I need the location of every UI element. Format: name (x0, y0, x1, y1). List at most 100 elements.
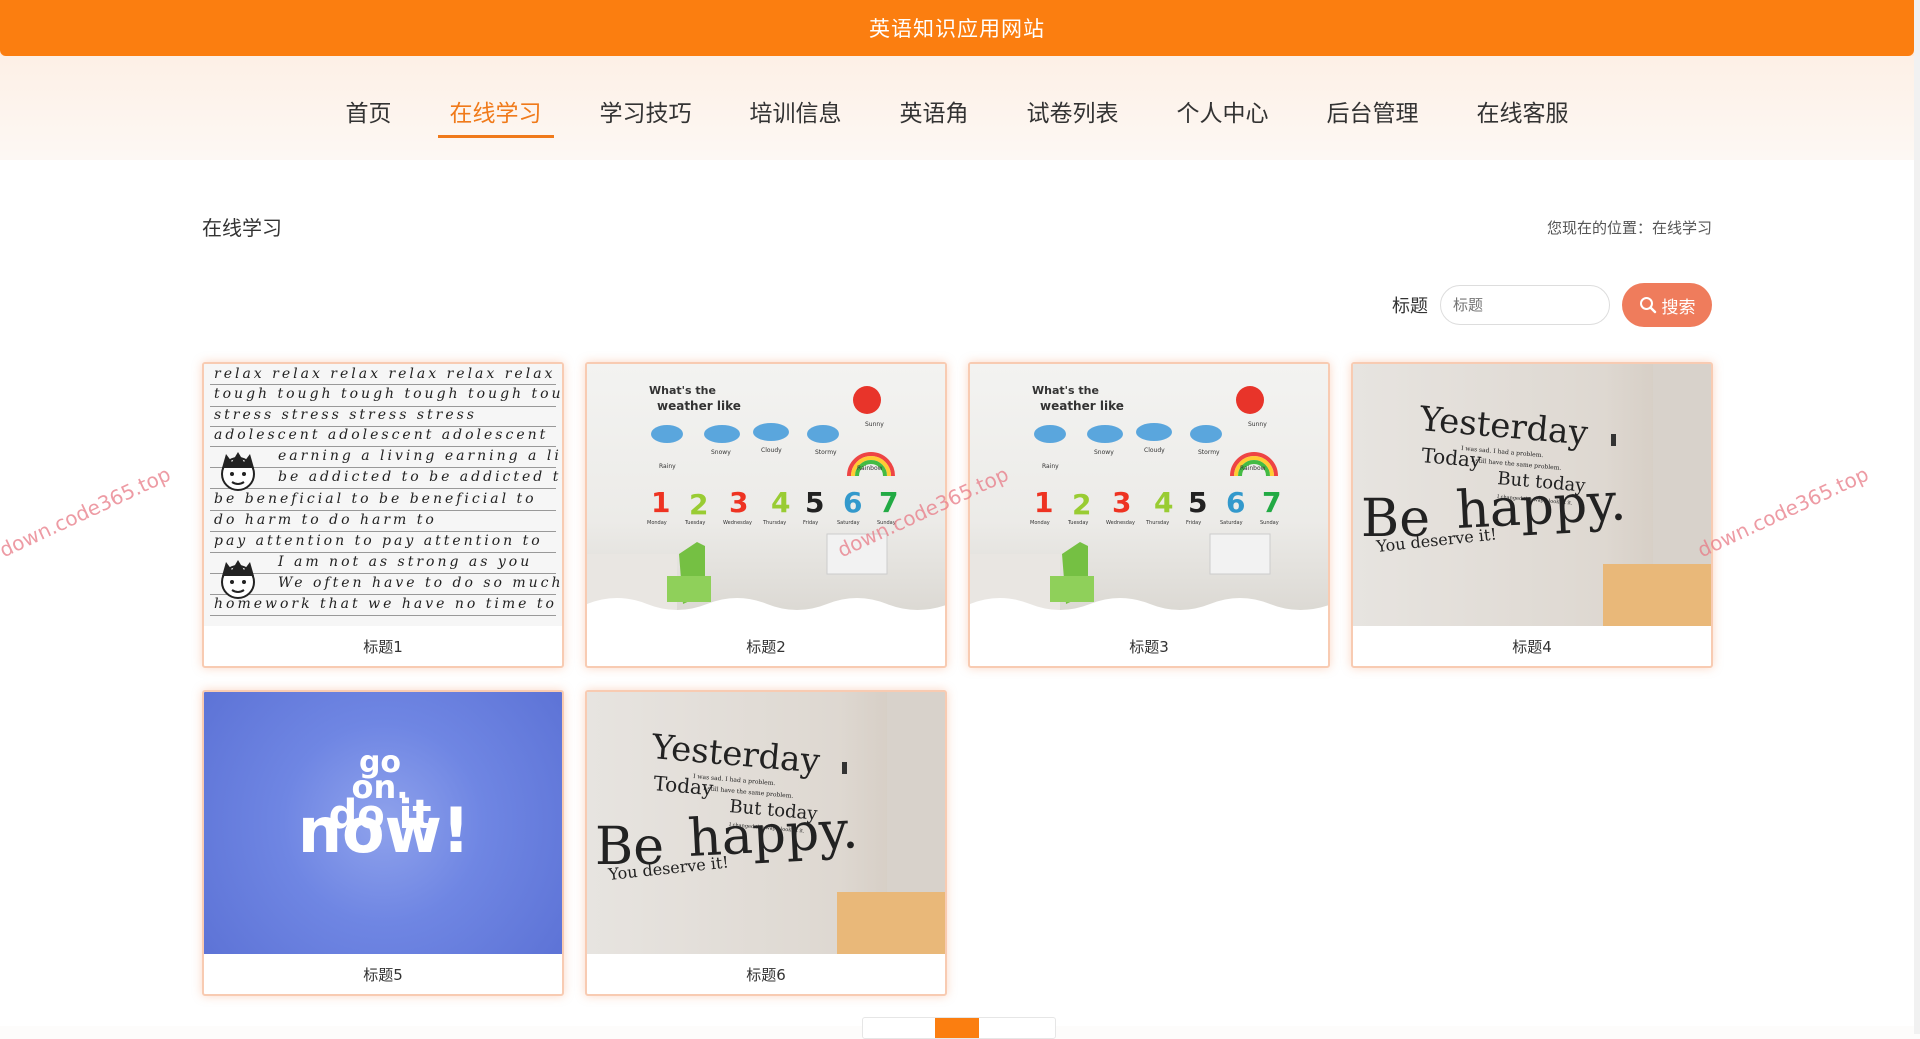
course-card[interactable]: relax relax relax relax relax relax toug… (202, 362, 564, 668)
handwriting-line: I am not as strong as you (278, 554, 533, 570)
day-label: Monday (1030, 520, 1050, 526)
day-label: Friday (803, 520, 818, 526)
quote-wall-image: Yesterday I was sad. I had a problem. To… (1353, 364, 1711, 626)
day-label: Saturday (837, 520, 860, 526)
sun-icon (1236, 386, 1264, 414)
day-label: Thursday (1145, 520, 1169, 526)
nav-item-online-learning[interactable]: 在线学习 (437, 94, 554, 138)
cloud-label: Snowy (1094, 449, 1114, 456)
number-1: 1 (1034, 486, 1053, 519)
handwriting-line: do harm to do harm to (214, 512, 437, 528)
cloud-label: Stormy (815, 449, 837, 456)
number-7: 7 (1262, 486, 1281, 519)
sun-icon (853, 386, 881, 414)
rainy-label: Rainy (1042, 463, 1059, 470)
nav-item-study-tips[interactable]: 学习技巧 (588, 94, 704, 136)
handwriting-line: earning a living earning a living (278, 448, 562, 464)
number-4: 4 (1154, 486, 1173, 519)
weather-heading-2: weather like (657, 399, 741, 413)
main-nav-bar: 首页 在线学习 学习技巧 培训信息 英语角 试卷列表 个人中心 后台管理 在线客… (0, 56, 1914, 160)
number-3: 3 (729, 486, 748, 519)
handwriting-line: tough tough tough tough tough tough (214, 386, 562, 402)
card-title: 标题6 (746, 965, 786, 984)
cloud-label: Cloudy (1144, 447, 1165, 454)
number-1: 1 (651, 486, 670, 519)
nav-item-admin[interactable]: 后台管理 (1315, 94, 1431, 136)
number-2: 2 (1072, 488, 1091, 521)
page-scrollbar[interactable] (1914, 0, 1920, 1034)
nav-item-personal-center[interactable]: 个人中心 (1165, 94, 1281, 136)
card-title: 标题5 (363, 965, 403, 984)
nav-item-customer-service[interactable]: 在线客服 (1465, 94, 1581, 136)
nav-item-training-info[interactable]: 培训信息 (738, 94, 854, 136)
handwriting-practice-image: relax relax relax relax relax relax toug… (204, 364, 562, 626)
card-title: 标题1 (363, 637, 403, 656)
course-card[interactable]: What's the weather like Sunny Snowy Clou… (968, 362, 1330, 668)
course-card[interactable]: Yesterday I was sad. I had a problem. To… (585, 690, 947, 996)
day-label: Sunday (1260, 520, 1279, 526)
day-label: Tuesday (1067, 520, 1088, 526)
number-6: 6 (1226, 486, 1245, 519)
cloud-label: Stormy (1198, 449, 1220, 456)
search-label: 标题 (1392, 296, 1428, 317)
card-title: 标题3 (1129, 637, 1169, 656)
pagination-current-page[interactable] (935, 1018, 979, 1038)
weather-illustration: What's the weather like Sunny Snowy Clou… (970, 384, 1328, 626)
site-header: 英语知识应用网站 (0, 0, 1914, 56)
motivation-image: go on. do it now! (204, 692, 562, 954)
rainbow-label: Rainbow (857, 465, 883, 472)
course-card[interactable]: go on. do it now! 标题5 (202, 690, 564, 996)
breadcrumb: 您现在的位置：在线学习 (1546, 219, 1712, 237)
cloud-icons (1034, 423, 1222, 443)
handwriting-line: stress stress stress stress (214, 407, 477, 423)
weather-illustration: What's the weather like Sunny Snowy Clou… (587, 384, 945, 626)
weather-wall-image: What's the weather like Sunny Snowy Clou… (970, 364, 1328, 626)
day-label: Wednesday (1106, 520, 1135, 526)
weather-heading-2: weather like (1040, 399, 1124, 413)
boy-icon (221, 560, 255, 599)
card-title: 标题4 (1512, 637, 1552, 656)
quote-wall-image: Yesterday I was sad. I had a problem. To… (587, 692, 945, 954)
page-container: 英语知识应用网站 首页 在线学习 学习技巧 培训信息 英语角 试卷列表 个人中心… (0, 0, 1914, 1039)
handwriting-line: We often have to do so much (278, 575, 562, 591)
day-label: Friday (1186, 520, 1201, 526)
search-bar: 标题 搜索 (1392, 283, 1712, 327)
weather-heading-1: What's the (1032, 384, 1099, 397)
day-label: Thursday (762, 520, 786, 526)
search-button[interactable]: 搜索 (1622, 283, 1712, 327)
number-5: 5 (805, 486, 824, 519)
rainbow-label: Rainbow (1240, 465, 1266, 472)
handwriting-line: adolescent adolescent adolescent (214, 427, 549, 443)
main-nav: 首页 在线学习 学习技巧 培训信息 英语角 试卷列表 个人中心 后台管理 在线客… (0, 94, 1914, 138)
search-input[interactable] (1440, 285, 1610, 325)
day-label: Saturday (1220, 520, 1243, 526)
course-card[interactable]: Yesterday I was sad. I had a problem. To… (1351, 362, 1713, 668)
search-button-label: 搜索 (1661, 297, 1696, 318)
sun-label: Sunny (1248, 421, 1267, 428)
card-title: 标题2 (746, 637, 786, 656)
weather-heading-1: What's the (649, 384, 716, 397)
motivation-illustration: go on. do it now! (298, 745, 470, 867)
day-label: Tuesday (684, 520, 705, 526)
handwriting-line: be addicted to be addicted to (278, 469, 562, 485)
cloud-icons (651, 423, 839, 443)
handwriting-line: relax relax relax relax relax relax (214, 366, 556, 382)
nav-item-home[interactable]: 首页 (334, 94, 404, 136)
number-6: 6 (843, 486, 862, 519)
rainy-label: Rainy (659, 463, 676, 470)
number-3: 3 (1112, 486, 1131, 519)
page-title: 在线学习 (202, 216, 282, 240)
motivation-line: now! (298, 794, 470, 867)
boy-icon (221, 452, 255, 491)
number-2: 2 (689, 488, 708, 521)
search-icon (1639, 297, 1656, 314)
handwriting-line: pay attention to pay attention to (214, 533, 543, 549)
sun-label: Sunny (865, 421, 884, 428)
number-4: 4 (771, 486, 790, 519)
day-label: Monday (647, 520, 667, 526)
watermark: down.code365.top (0, 461, 175, 563)
cloud-label: Snowy (711, 449, 731, 456)
number-5: 5 (1188, 486, 1207, 519)
nav-item-english-corner[interactable]: 英语角 (888, 94, 981, 136)
nav-item-exam-list[interactable]: 试卷列表 (1015, 94, 1131, 136)
